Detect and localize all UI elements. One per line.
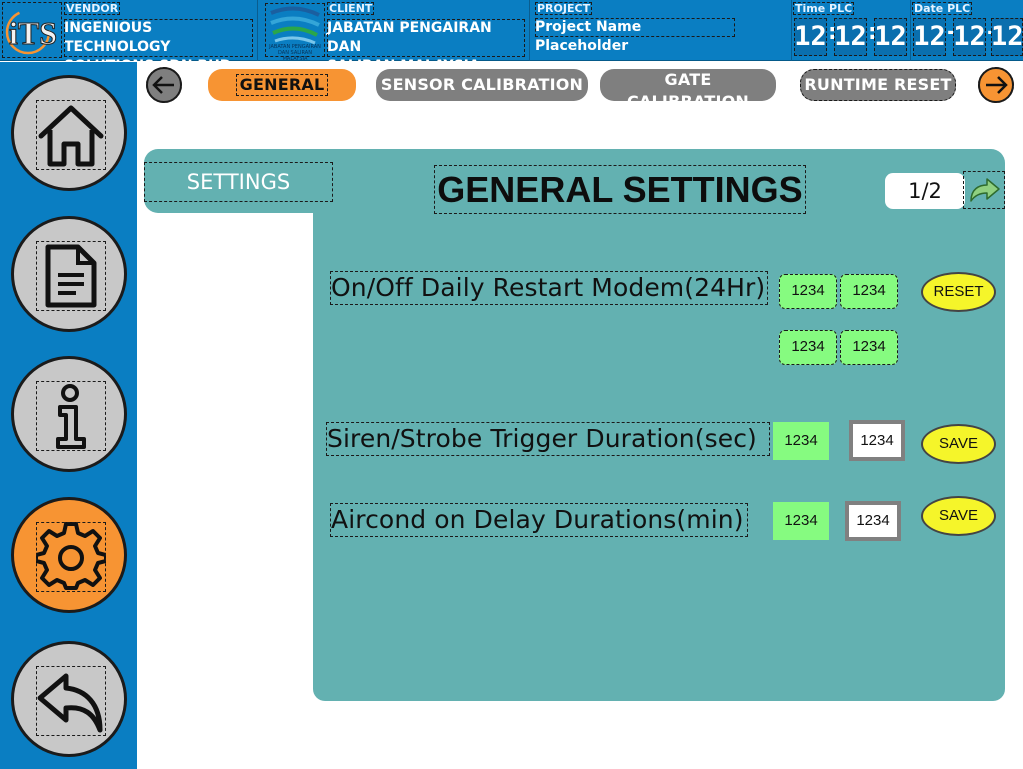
aircond-delay-input[interactable]: 1234	[849, 505, 897, 537]
tab-general-label: GENERAL	[235, 74, 329, 96]
time-seconds: 12	[874, 18, 907, 56]
aircond-delay-label: Aircond on Delay Durations(min)	[330, 503, 748, 537]
project-section: PROJECT Project Name Placeholder	[531, 0, 792, 61]
sidebar	[0, 62, 137, 769]
date-caption: Date PLC	[912, 2, 973, 15]
arrow-left-icon	[152, 76, 174, 94]
page-indicator: 1/2	[885, 173, 965, 209]
next-tab-button[interactable]	[978, 67, 1014, 103]
home-icon	[36, 100, 106, 170]
next-page-button[interactable]	[963, 171, 1005, 209]
client-name: JABATAN PENGAIRAN DAN SALIRAN MALAYSIA	[327, 19, 525, 74]
tab-gate-calibration[interactable]: GATE CALIBRATION	[600, 69, 776, 111]
date-year: 12	[991, 18, 1023, 56]
jps-logo-text: JABATAN PENGAIRAN DAN SALIRAN MALAYSIA	[269, 44, 321, 62]
client-name-line1: JABATAN PENGAIRAN DAN	[327, 20, 492, 55]
date-plc-section: Date PLC 12 - 12 - 12	[912, 0, 1023, 61]
siren-duration-field[interactable]: 1234	[849, 420, 905, 461]
time-plc-section: Time PLC 12 : 12 : 12	[793, 0, 911, 61]
document-icon	[36, 241, 106, 311]
tab-general[interactable]: GENERAL	[208, 69, 356, 101]
siren-duration-input[interactable]: 1234	[853, 424, 901, 457]
vendor-name-line1: INGENIOUS TECHNOLOGY	[64, 20, 171, 55]
svg-text:iTS: iTS	[9, 15, 57, 51]
time-minutes: 12	[834, 18, 867, 56]
its-logo: iTS	[2, 2, 62, 58]
date-month: 12	[953, 18, 986, 56]
siren-duration-current: 1234	[773, 422, 829, 460]
sidebar-item-document[interactable]	[11, 216, 127, 332]
sidebar-item-back[interactable]	[11, 641, 127, 757]
curved-arrow-icon	[970, 178, 1000, 202]
vendor-caption: VENDOR	[64, 2, 121, 15]
project-name: Project Name Placeholder	[535, 18, 735, 54]
sidebar-item-home[interactable]	[11, 75, 127, 191]
time-hours: 12	[794, 18, 827, 56]
page-title: GENERAL SETTINGS	[434, 165, 806, 214]
project-caption: PROJECT	[535, 2, 593, 15]
panel-cutout	[144, 213, 313, 713]
date-day: 12	[913, 18, 946, 56]
header-bar: iTS VENDOR INGENIOUS TECHNOLOGY SOLUTION…	[0, 0, 1023, 74]
vendor-name: INGENIOUS TECHNOLOGY SOLUTIONS SDN BHD	[64, 19, 253, 74]
tab-sensor-calibration[interactable]: SENSOR CALIBRATION	[376, 69, 588, 101]
restart-modem-off-minute[interactable]: 1234	[840, 330, 898, 365]
sidebar-item-info[interactable]	[11, 356, 127, 472]
gear-icon	[34, 522, 108, 592]
aircond-delay-current: 1234	[773, 502, 829, 540]
aircond-delay-field[interactable]: 1234	[845, 501, 901, 541]
restart-modem-on-minute[interactable]: 1234	[840, 274, 898, 309]
siren-save-button[interactable]: SAVE	[921, 424, 996, 464]
client-section: JABATAN PENGAIRAN DAN SALIRAN MALAYSIA C…	[259, 0, 530, 74]
restart-modem-on-hour[interactable]: 1234	[779, 274, 837, 309]
tab-sensor-calibration-label: SENSOR CALIBRATION	[380, 75, 584, 94]
sidebar-item-settings[interactable]	[11, 497, 127, 613]
aircond-save-button[interactable]: SAVE	[921, 496, 996, 536]
reset-button[interactable]: RESET	[921, 272, 996, 312]
prev-tab-button[interactable]	[146, 67, 182, 103]
tab-runtime-reset-label: RUNTIME RESET	[804, 75, 952, 94]
vendor-section: iTS VENDOR INGENIOUS TECHNOLOGY SOLUTION…	[0, 0, 258, 74]
client-caption: CLIENT	[327, 2, 375, 15]
section-tab-settings: SETTINGS	[144, 162, 333, 202]
reply-arrow-icon	[36, 666, 106, 736]
time-caption: Time PLC	[793, 2, 855, 15]
restart-modem-off-hour[interactable]: 1234	[779, 330, 837, 365]
arrow-right-icon	[986, 76, 1008, 94]
restart-modem-label: On/Off Daily Restart Modem(24Hr)	[330, 271, 768, 305]
siren-duration-label: Siren/Strobe Trigger Duration(sec)	[326, 422, 770, 456]
jps-logo: JABATAN PENGAIRAN DAN SALIRAN MALAYSIA	[265, 3, 325, 62]
tab-runtime-reset[interactable]: RUNTIME RESET	[800, 69, 956, 101]
tab-gate-calibration-label: GATE CALIBRATION	[627, 70, 749, 111]
info-icon	[36, 381, 106, 451]
